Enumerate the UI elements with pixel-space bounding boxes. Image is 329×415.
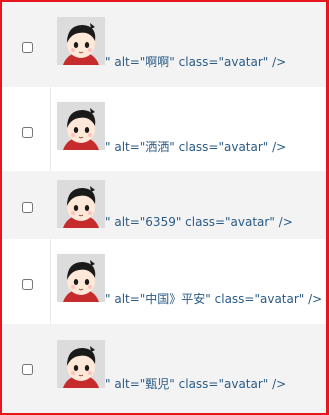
list-item: " alt="啊啊" class="avatar" />: [2, 2, 326, 88]
list-item: " alt="洒洒" class="avatar" />: [2, 87, 326, 172]
row-checkbox[interactable]: [22, 364, 33, 375]
avatar-icon: [57, 102, 105, 150]
list-item: " alt="中国》平安" class="avatar" />: [2, 239, 326, 325]
comment-list: " alt="啊啊" class="avatar" /> " alt="洒洒" …: [2, 2, 326, 413]
list-item: " alt="6359" class="avatar" />: [2, 171, 326, 240]
comment-list-frame: " alt="啊啊" class="avatar" /> " alt="洒洒" …: [0, 0, 329, 415]
list-item: " alt="甄児" class="avatar" />: [2, 324, 326, 413]
row-checkbox[interactable]: [22, 279, 33, 290]
avatar-code-text: " alt="甄児" class="avatar" />: [105, 377, 287, 391]
row-checkbox[interactable]: [22, 42, 33, 53]
avatar-icon: [57, 340, 105, 388]
column-divider: [50, 87, 51, 171]
row-checkbox[interactable]: [22, 202, 33, 213]
avatar-code-text: " alt="中国》平安" class="avatar" />: [105, 292, 323, 306]
row-checkbox[interactable]: [22, 127, 33, 138]
column-divider: [50, 239, 51, 324]
avatar-code-text: " alt="啊啊" class="avatar" />: [105, 55, 287, 69]
avatar-icon: [57, 17, 105, 65]
avatar-code-text: " alt="洒洒" class="avatar" />: [105, 140, 287, 154]
avatar-icon: [57, 254, 105, 302]
avatar-code-text: " alt="6359" class="avatar" />: [105, 215, 293, 229]
avatar-icon: [57, 180, 105, 228]
